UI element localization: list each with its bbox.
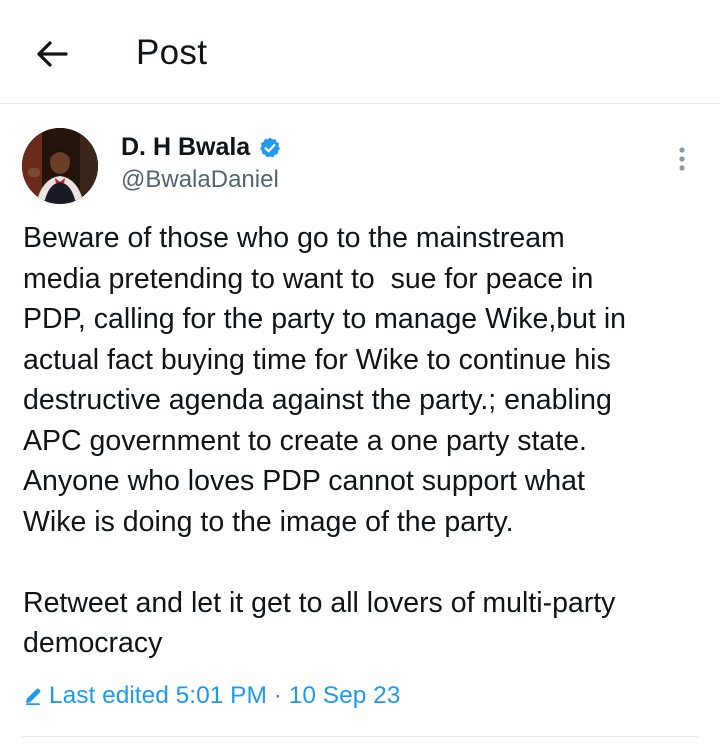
- top-bar: Post: [0, 0, 720, 104]
- page-title: Post: [136, 33, 208, 72]
- avatar[interactable]: [22, 128, 98, 204]
- edited-info-link[interactable]: Last edited 5:01 PM · 10 Sep 23: [23, 682, 400, 710]
- avatar-image: [22, 128, 98, 204]
- verified-badge-icon: [260, 137, 281, 157]
- author-name[interactable]: D. H Bwala: [121, 133, 250, 162]
- more-options-button[interactable]: [666, 144, 698, 174]
- back-button[interactable]: [28, 30, 76, 78]
- divider: [22, 736, 698, 737]
- more-vertical-icon: [679, 147, 685, 171]
- edited-timestamp[interactable]: Last edited 5:01 PM · 10 Sep 23: [49, 682, 400, 710]
- author-handle[interactable]: @BwalaDaniel: [121, 166, 279, 194]
- author-name-row[interactable]: D. H Bwala: [121, 133, 282, 162]
- arrow-left-icon: [37, 41, 68, 67]
- post-text: Beware of those who go to the mainstream…: [23, 222, 627, 659]
- pencil-icon: [26, 688, 41, 705]
